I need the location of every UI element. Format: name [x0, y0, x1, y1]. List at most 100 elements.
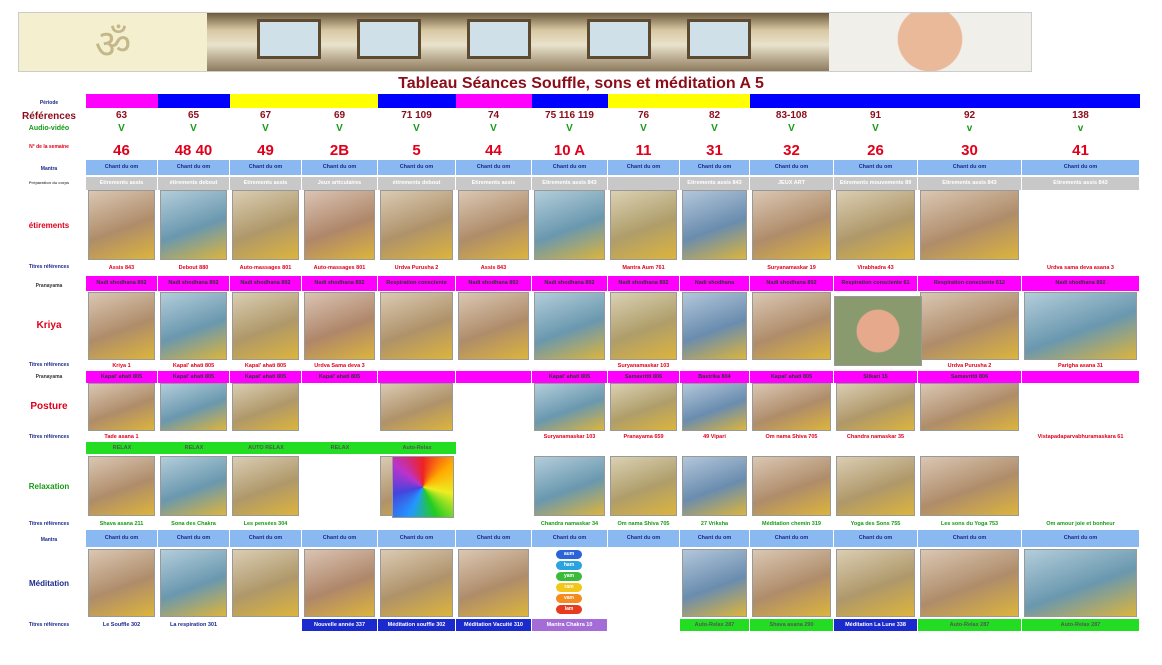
yoga-room-image: [207, 13, 829, 71]
semaines-cell: 46: [113, 142, 130, 159]
header-banner: ॐ: [18, 12, 1032, 72]
periode-band: [680, 94, 750, 108]
mantra-cell: Chant du om: [230, 160, 301, 175]
pranayama1-cell: Nadi shodhana 892: [750, 276, 833, 291]
references-cell: 69: [333, 110, 346, 121]
titres1-cell: Suryanamaskar 19: [767, 265, 816, 271]
meditation-photo: [88, 549, 155, 617]
periode-band: [918, 94, 1022, 108]
references-cell: 74: [487, 110, 500, 121]
semaines-cell: 31: [706, 142, 723, 159]
titres1-cell: Urdva Purusha 2: [394, 265, 439, 271]
row-label-titres5: Titres références: [28, 622, 70, 628]
meditation-photo: [920, 549, 1019, 617]
references-cell: 65: [187, 110, 200, 121]
etirement-photo: [682, 190, 747, 260]
chakra-word-pill: lam: [556, 605, 582, 614]
periode-band: [378, 94, 456, 108]
chakra-word-pill: yam: [556, 572, 582, 581]
periode-band: [302, 94, 378, 108]
etirement-photo: [610, 190, 677, 260]
titres4-cell: Yoga des Sons 755: [850, 521, 901, 527]
periode-band: [1022, 94, 1140, 108]
seances-table-page: ॐ Tableau Séances Souffle, sons et médit…: [0, 0, 1162, 665]
kriya-photo: [160, 292, 227, 360]
kriya-photo: [534, 292, 605, 360]
preparation-cell: [608, 177, 679, 190]
titres5-cell: Auto-Relax 287: [1022, 619, 1139, 631]
preparation-cell: Etirements assis: [456, 177, 531, 190]
titres1-cell: Mantra Aum 761: [622, 265, 665, 271]
row-label-semaine: N° de la semaine: [29, 144, 69, 150]
relaxation-photo: [160, 456, 227, 516]
titres1-cell: [680, 262, 749, 274]
meditation-photo: [380, 549, 453, 617]
kriya-photo: [304, 292, 375, 360]
etirement-photo: [920, 190, 1019, 260]
teacher-portrait-image: [829, 13, 1031, 71]
pranayama2-cell: Kapal' ahati 805: [750, 371, 833, 383]
titres5-cell: Mantra Chakra 10: [532, 619, 607, 631]
kriya-photo: [232, 292, 299, 360]
titres1-cell: Assis 843: [108, 265, 135, 271]
titres4-cell: Om nama Shiva 705: [617, 521, 670, 527]
pranayama1-cell: Nadi shodhana 892: [608, 276, 679, 291]
kriya-photo: [380, 292, 453, 360]
mantra2-cell: Chant du om: [834, 530, 917, 547]
titres4-cell: [378, 518, 455, 530]
meditation-photo: [458, 549, 529, 617]
references-cell: 83-108: [775, 110, 808, 121]
titres3-cell: Om nama Shiva 705: [765, 434, 818, 440]
titres1-cell: Urdva sama deva asana 3: [1047, 265, 1114, 271]
titres3-cell: [918, 431, 1021, 443]
pranayama1-cell: Respiration consciente 61: [834, 276, 917, 291]
titres5-cell: [230, 619, 301, 631]
posture-photo: [380, 383, 453, 431]
semaines-cell: 44: [485, 142, 502, 159]
mantra2-cell: Chant du om: [456, 530, 531, 547]
relax-bar-cell: Auto-Relax: [378, 442, 456, 454]
titres5-cell: La respiration 301: [169, 622, 218, 628]
audio-cell: V: [413, 123, 420, 134]
references-cell: 92: [963, 110, 976, 121]
audio-cell: v: [966, 123, 973, 134]
chakra-word-pill: ram: [556, 583, 582, 592]
relax-bar-cell: RELAX: [158, 442, 230, 454]
posture-photo: [534, 383, 605, 431]
titres5-cell: Méditation Vacuité 310: [456, 619, 531, 631]
semaines-cell: 41: [1072, 142, 1089, 159]
titres1-cell: Debout 880: [178, 265, 209, 271]
mantra-cell: Chant du om: [750, 160, 833, 175]
row-label-references: Références: [22, 111, 76, 122]
chakra-word-pill: aum: [556, 550, 582, 559]
mantra-cell: Chant du om: [158, 160, 229, 175]
mantra2-cell: Chant du om: [608, 530, 679, 547]
periode-band: [608, 94, 680, 108]
titres1-cell: [532, 262, 607, 274]
audio-cell: V: [490, 123, 497, 134]
titres3-cell: 49 Vipari: [703, 434, 726, 440]
references-cell: 71 109: [401, 110, 432, 121]
pranayama1-cell: Nadi shodhana: [680, 276, 749, 291]
titres4-cell: [456, 518, 531, 530]
periode-band: [456, 94, 532, 108]
titres5-cell: [608, 619, 679, 631]
posture-photo: [610, 383, 677, 431]
posture-photo: [920, 383, 1019, 431]
preparation-cell: Etirements assis 843: [1022, 177, 1139, 190]
preparation-cell: Etirements assis: [86, 177, 157, 190]
row-label-posture: Posture: [30, 401, 68, 412]
posture-photo: [682, 383, 747, 431]
pranayama2-cell: [378, 371, 455, 383]
titres1-cell: Auto-massages 801: [239, 265, 292, 271]
pranayama2-cell: [1022, 371, 1139, 383]
etirement-photo: [752, 190, 831, 260]
periode-band: [750, 94, 834, 108]
mantra-cell: Chant du om: [608, 160, 679, 175]
mantra2-cell: Chant du om: [378, 530, 455, 547]
pranayama2-cell: Kapal' ahati 805: [230, 371, 301, 383]
pranayama2-cell: Samavritti 806: [608, 371, 679, 383]
pranayama2-cell: Kapal' ahati 805: [158, 371, 229, 383]
relaxation-photo: [88, 456, 155, 516]
preparation-cell: Etirements assis: [230, 177, 301, 190]
